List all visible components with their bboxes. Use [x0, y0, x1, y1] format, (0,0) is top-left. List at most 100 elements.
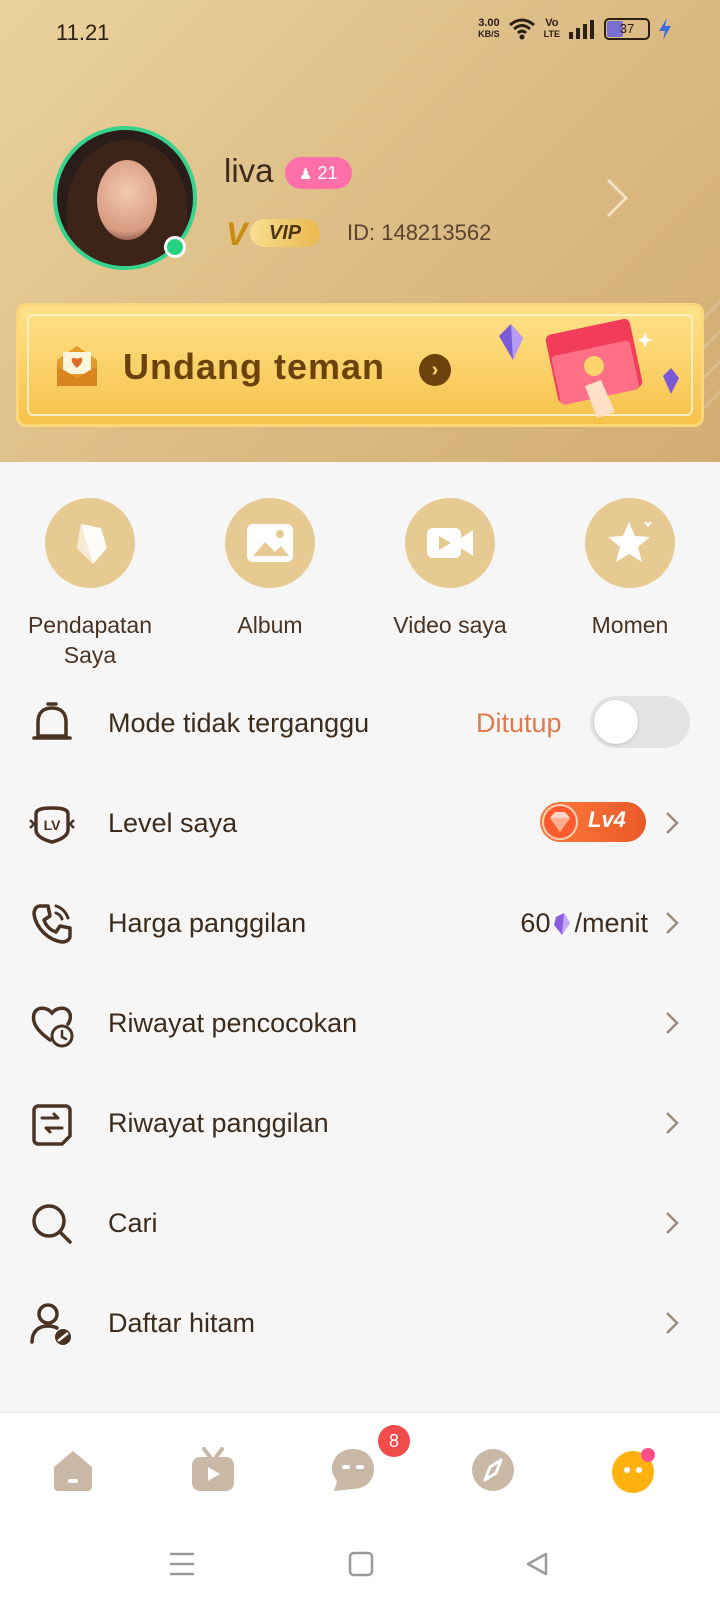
crystal-icon [554, 912, 571, 935]
call-price-label: Harga panggilan [108, 908, 307, 938]
quick-action-my-video[interactable]: Video saya [365, 498, 535, 640]
status-bar: 11.21 3.00 KB/S Vo LTE 37 [0, 0, 720, 64]
username: liva [224, 152, 274, 189]
home-icon[interactable] [48, 1445, 98, 1495]
search-label: Cari [108, 1208, 158, 1238]
battery-indicator: 37 [604, 18, 650, 40]
wifi-icon [508, 18, 535, 40]
blacklist-label: Daftar hitam [108, 1308, 256, 1338]
online-status-dot [164, 236, 186, 258]
label-line1: Pendapatan [27, 612, 153, 638]
bottom-navigation: 8 [0, 1412, 720, 1612]
user-id: ID: 148213562 [347, 220, 492, 245]
signal-icon [569, 20, 594, 39]
match-history-label: Riwayat pencocokan [108, 1008, 358, 1038]
home-square-icon[interactable] [348, 1551, 374, 1577]
menu-lines-icon[interactable] [168, 1551, 196, 1577]
battery-level: 37 [619, 21, 635, 36]
envelope-heart-icon [57, 346, 97, 386]
phone-icon [32, 904, 72, 944]
search-icon [32, 1204, 72, 1244]
level-label: Level saya [108, 808, 238, 838]
call-price: 60 /menit [520, 908, 648, 939]
label-line1: Video saya [393, 612, 507, 638]
volte-bottom: LTE [543, 29, 560, 39]
label-line1: Album [237, 612, 303, 638]
avatar-face [97, 160, 157, 240]
volte-top: Vo [545, 17, 559, 29]
gem-icon [542, 804, 578, 840]
call-log-icon [32, 1104, 72, 1146]
level-value: Lv4 [588, 807, 626, 832]
status-icons: 3.00 KB/S Vo LTE 37 [478, 18, 672, 40]
dnd-label: Mode tidak terganggu [108, 708, 370, 738]
chevron-right-icon [666, 1112, 679, 1134]
quick-action-moments[interactable]: Momen [545, 498, 715, 640]
menu-row-do-not-disturb: Mode tidak terganggu Ditutup [0, 672, 720, 772]
call-history-label: Riwayat panggilan [108, 1108, 329, 1138]
charging-icon [659, 18, 671, 40]
chat-icon[interactable] [328, 1445, 378, 1495]
menu-row-level[interactable]: LV Level saya Lv4 [0, 772, 720, 872]
menu-row-call-history[interactable]: Riwayat panggilan [0, 1072, 720, 1172]
quick-action-album[interactable]: Album [185, 498, 355, 640]
quick-action-label: Momen [545, 610, 715, 640]
video-icon [427, 528, 473, 558]
bell-icon [32, 702, 72, 740]
quick-action-circle [405, 498, 495, 588]
invite-friends-banner[interactable]: Undang teman › [16, 303, 704, 427]
call-price-unit: /menit [574, 908, 648, 938]
profile-face-icon[interactable] [608, 1445, 658, 1495]
toggle-knob [594, 700, 638, 744]
chevron-right-icon [666, 812, 679, 834]
profile-header: 11.21 3.00 KB/S Vo LTE 37 liva ♟ 21 VIP … [0, 0, 720, 462]
message-count-badge: 8 [378, 1425, 410, 1457]
quick-actions: Pendapatan Saya Album Video saya Momen [0, 498, 720, 668]
heart-clock-icon [31, 1006, 74, 1048]
label-line2: Saya [63, 642, 117, 668]
svg-text:LV: LV [44, 817, 62, 833]
user-block-icon [30, 1303, 71, 1345]
person-icon: ♟ [299, 166, 313, 183]
quick-action-label: Pendapatan Saya [5, 610, 175, 670]
profile-chevron-right-icon[interactable] [604, 176, 632, 220]
vip-v-icon: V [226, 216, 248, 252]
dnd-status: Ditutup [476, 708, 562, 738]
quick-action-label: Album [185, 610, 355, 640]
chevron-right-icon [666, 1212, 679, 1234]
quick-action-circle [585, 498, 675, 588]
menu-row-blacklist[interactable]: Daftar hitam [0, 1272, 720, 1372]
quick-action-earnings[interactable]: Pendapatan Saya [5, 498, 175, 670]
star-icon [608, 521, 652, 562]
quick-action-circle [225, 498, 315, 588]
level-badge-icon: LV [29, 806, 75, 844]
menu-row-call-price[interactable]: Harga panggilan 60 /menit [0, 872, 720, 972]
chevron-right-icon [666, 912, 679, 934]
image-icon [247, 524, 293, 562]
volte-indicator: Vo LTE [544, 18, 560, 40]
back-triangle-icon[interactable] [524, 1551, 550, 1577]
diamond-icon [77, 524, 107, 564]
invite-label: Undang teman [123, 346, 386, 387]
gift-envelope-illustration [499, 318, 679, 418]
tv-play-icon[interactable] [188, 1445, 238, 1495]
arrow-right-circle-icon: › [419, 354, 451, 386]
label-line1: Momen [591, 612, 669, 638]
menu-row-search[interactable]: Cari [0, 1172, 720, 1272]
chevron-right-icon [666, 1012, 679, 1034]
age-value: 21 [317, 163, 338, 183]
dnd-toggle[interactable] [590, 696, 690, 748]
level-badge: Lv4 [540, 802, 646, 842]
system-navigation-bar [0, 1543, 720, 1593]
menu-row-match-history[interactable]: Riwayat pencocokan [0, 972, 720, 1072]
settings-menu: Mode tidak terganggu Ditutup LV Level sa… [0, 672, 720, 1372]
age-badge: ♟ 21 [285, 157, 352, 189]
explore-compass-icon[interactable] [468, 1445, 518, 1495]
vip-badge[interactable]: VIP V [226, 216, 322, 252]
network-speed-unit: KB/S [478, 29, 500, 39]
network-speed-value: 3.00 [478, 17, 500, 29]
quick-action-label: Video saya [365, 610, 535, 640]
quick-action-circle [45, 498, 135, 588]
network-speed: 3.00 KB/S [478, 18, 500, 40]
call-price-value: 60 [520, 908, 551, 938]
